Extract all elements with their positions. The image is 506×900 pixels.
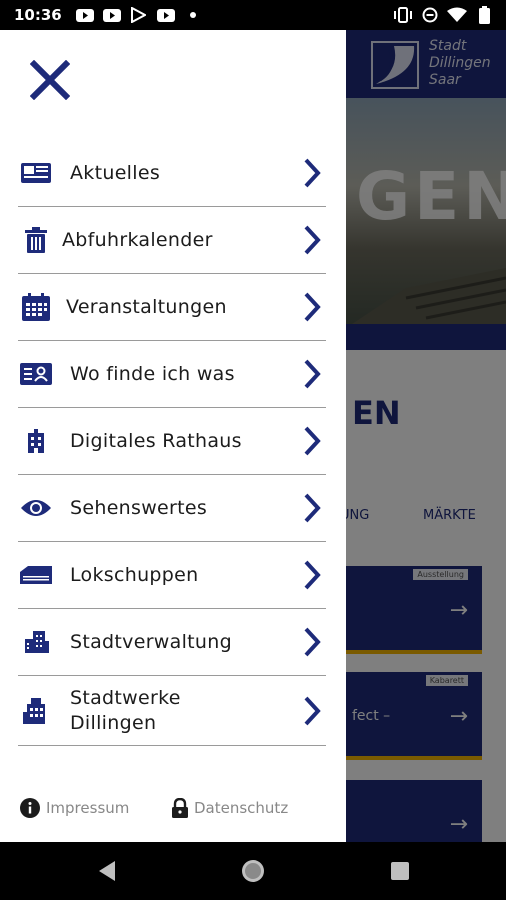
menu-item-label: Stadtwerke Dillingen	[70, 686, 181, 734]
youtube-icon	[75, 6, 95, 24]
info-icon	[20, 798, 40, 818]
dot-icon	[183, 6, 203, 24]
chevron-right-icon	[304, 426, 321, 456]
menu-item-label: Veranstaltungen	[66, 295, 227, 318]
chevron-right-icon	[304, 158, 321, 188]
office-building-icon	[20, 628, 52, 656]
menu-item-stadtverwaltung[interactable]: Stadtverwaltung	[18, 609, 326, 676]
menu-item-aktuelles[interactable]: Aktuelles	[18, 140, 326, 207]
status-bar: 10:36	[0, 0, 506, 30]
close-icon[interactable]	[30, 60, 70, 100]
chevron-right-icon	[304, 292, 321, 322]
impressum-label: Impressum	[46, 799, 130, 817]
menu-item-label: Sehenswertes	[70, 496, 208, 519]
menu-item-label: Aktuelles	[70, 161, 161, 184]
menu-item-label: Stadtverwaltung	[70, 630, 232, 653]
play-store-icon	[129, 6, 149, 24]
menu-item-sehenswertes[interactable]: Sehenswertes	[18, 475, 326, 542]
menu-item-label: Digitales Rathaus	[70, 429, 242, 452]
chevron-right-icon	[304, 359, 321, 389]
menu-item-wo-finde-ich-was[interactable]: Wo finde ich was	[18, 341, 326, 408]
youtube-icon	[156, 6, 176, 24]
battery-icon	[474, 6, 494, 24]
chevron-right-icon	[304, 493, 321, 523]
recents-icon[interactable]	[388, 859, 412, 883]
chevron-right-icon	[304, 696, 321, 725]
city-hall-icon	[20, 427, 52, 455]
eye-icon	[20, 494, 52, 522]
impressum-link[interactable]: Impressum	[20, 798, 129, 818]
directory-icon	[20, 360, 52, 388]
chevron-right-icon	[304, 627, 321, 657]
vibrate-icon	[393, 6, 413, 24]
datenschutz-link[interactable]: Datenschutz	[172, 798, 288, 818]
menu-item-label: Lokschuppen	[70, 563, 199, 586]
trash-can-icon	[20, 226, 52, 254]
factory-icon	[20, 697, 52, 725]
menu-item-lokschuppen[interactable]: Lokschuppen	[18, 542, 326, 609]
back-icon[interactable]	[95, 859, 119, 883]
do-not-disturb-icon	[420, 6, 440, 24]
warehouse-icon	[20, 561, 52, 589]
calendar-icon	[20, 293, 52, 321]
menu-item-stadtwerke-dillingen[interactable]: Stadtwerke Dillingen	[18, 676, 326, 746]
menu-item-label: Wo finde ich was	[70, 362, 235, 385]
menu-item-veranstaltungen[interactable]: Veranstaltungen	[18, 274, 326, 341]
menu-item-digitales-rathaus[interactable]: Digitales Rathaus	[18, 408, 326, 475]
datenschutz-label: Datenschutz	[194, 799, 289, 817]
lock-icon	[172, 798, 188, 818]
home-icon[interactable]	[241, 859, 265, 883]
chevron-right-icon	[304, 560, 321, 590]
chevron-right-icon	[304, 225, 321, 255]
menu-item-abfuhrkalender[interactable]: Abfuhrkalender	[18, 207, 326, 274]
navigation-drawer: Aktuelles Abfuhrkalender Veranstaltungen…	[0, 30, 346, 842]
menu-item-label: Abfuhrkalender	[62, 228, 213, 251]
newspaper-icon	[20, 159, 52, 187]
drawer-menu: Aktuelles Abfuhrkalender Veranstaltungen…	[18, 140, 326, 746]
clock: 10:36	[14, 6, 62, 24]
system-navigation-bar	[0, 842, 506, 900]
youtube-icon	[102, 6, 122, 24]
wifi-icon	[447, 6, 467, 24]
